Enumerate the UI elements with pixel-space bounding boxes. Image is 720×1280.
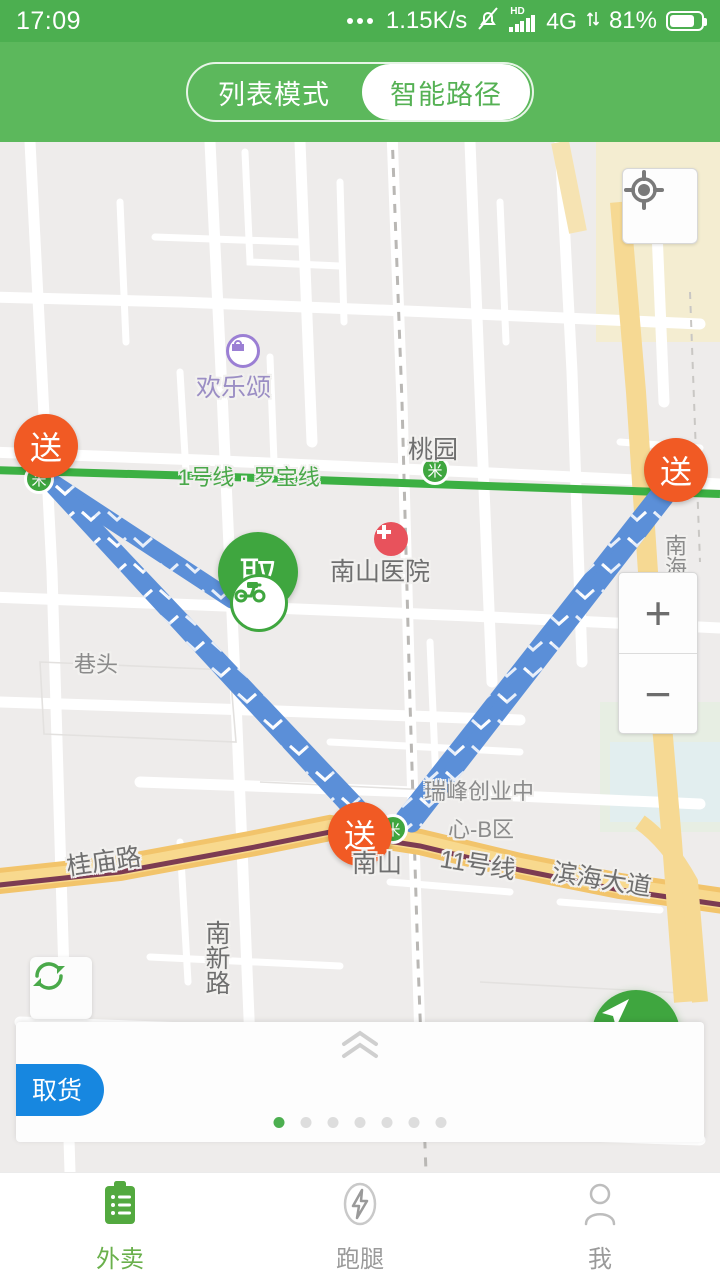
deliver-marker-2[interactable]: 送 — [644, 438, 708, 502]
net-speed-label: 1.15K/s — [385, 7, 468, 34]
deliver-marker-1[interactable]: 送 — [14, 414, 78, 478]
bolt-icon — [338, 1180, 382, 1233]
more-dots-icon — [346, 18, 373, 24]
tab-errand[interactable]: 跑腿 — [240, 1173, 480, 1280]
chevron-up-icon[interactable] — [338, 1030, 382, 1065]
bottom-tab-bar: 外卖 跑腿 我 — [0, 1172, 720, 1280]
data-transfer-icon — [586, 9, 600, 34]
shopping-bag-icon — [226, 334, 260, 368]
status-icons-group: 1.15K/s HD 4G 81% — [346, 6, 707, 37]
tab-profile[interactable]: 我 — [480, 1173, 720, 1280]
zoom-controls[interactable]: + − — [618, 572, 698, 734]
deliver-marker-3[interactable]: 送 — [328, 802, 392, 866]
network-type-label: 4G — [546, 7, 577, 34]
pagination-dot[interactable] — [354, 1117, 366, 1128]
tab-list-mode[interactable]: 列表模式 — [188, 64, 360, 120]
status-badge: 取货 — [16, 1064, 105, 1116]
hospital-cross-icon — [374, 522, 408, 556]
order-card[interactable]: 取货 — [16, 1022, 704, 1142]
map-canvas[interactable]: 米 米 米 送 送 送 取 欢乐颂 桃园 1号线 · 罗宝线 南山医院 巷头 南… — [0, 142, 720, 1172]
signal-bars-icon: HD — [509, 7, 537, 32]
pagination-dot[interactable] — [408, 1117, 420, 1128]
metro-station-taoyuan: 米 — [420, 455, 450, 485]
zoom-out-button[interactable]: − — [619, 653, 697, 733]
bell-muted-icon — [476, 6, 500, 37]
tab-takeout[interactable]: 外卖 — [0, 1173, 240, 1280]
clipboard-icon — [98, 1180, 142, 1233]
app-header: 列表模式 智能路径 — [0, 42, 720, 142]
pagination-dot[interactable] — [381, 1117, 393, 1128]
person-icon — [578, 1180, 622, 1233]
tab-smart-route[interactable]: 智能路径 — [362, 64, 530, 120]
tab-takeout-label: 外卖 — [96, 1245, 144, 1273]
status-bar: 17:09 1.15K/s HD 4G 81% — [0, 0, 720, 42]
battery-percent-label: 81% — [608, 7, 657, 34]
tab-profile-label: 我 — [588, 1245, 612, 1273]
battery-icon — [666, 11, 707, 31]
pagination-dot[interactable] — [435, 1117, 447, 1128]
pagination-dots[interactable] — [273, 1117, 447, 1128]
pagination-dot[interactable] — [300, 1117, 312, 1128]
pagination-dot[interactable] — [273, 1117, 285, 1128]
pagination-dot[interactable] — [327, 1117, 339, 1128]
locate-crosshair-icon[interactable] — [622, 168, 698, 244]
rider-scooter-icon — [230, 574, 288, 632]
status-time: 17:09 — [16, 6, 82, 35]
refresh-icon[interactable] — [30, 957, 92, 1019]
tab-errand-label: 跑腿 — [336, 1245, 384, 1273]
zoom-in-button[interactable]: + — [619, 573, 697, 653]
mode-segmented-control[interactable]: 列表模式 智能路径 — [186, 62, 534, 122]
